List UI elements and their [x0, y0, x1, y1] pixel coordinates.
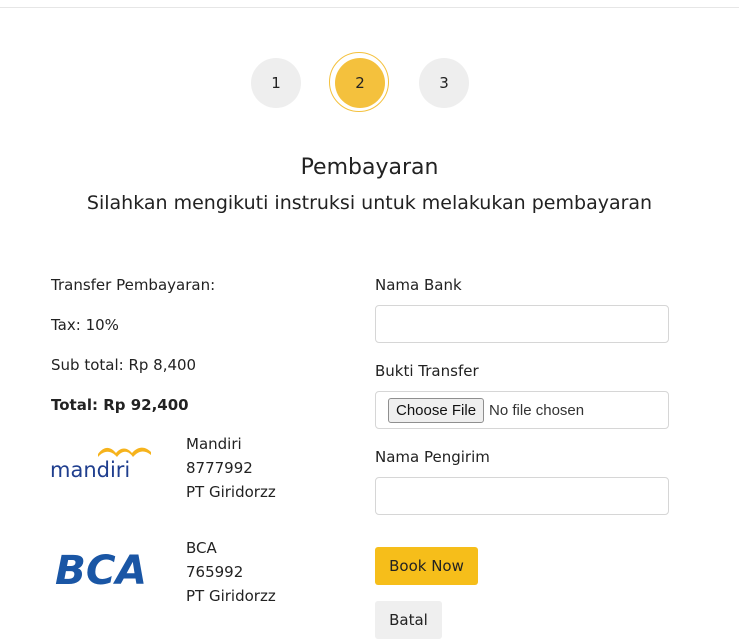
transfer-label: Transfer Pembayaran:: [51, 276, 216, 294]
bank-bca-info: BCA 765992 PT Giridorzz: [186, 536, 276, 608]
sender-name-input[interactable]: [375, 477, 669, 515]
bank-mandiri-info: Mandiri 8777992 PT Giridorzz: [186, 432, 276, 504]
no-file-text: No file chosen: [489, 401, 585, 419]
step-2-active[interactable]: 2: [329, 52, 389, 112]
svg-text:BCA: BCA: [55, 548, 147, 588]
step-1[interactable]: 1: [251, 58, 301, 108]
sender-label: Nama Pengirim: [375, 448, 490, 466]
svg-text:mandiri: mandiri: [50, 458, 130, 480]
choose-file-button[interactable]: Choose File: [388, 397, 485, 423]
proof-file-input[interactable]: Choose File No file chosen: [375, 391, 669, 429]
step-1-label: 1: [271, 74, 281, 92]
step-3[interactable]: 3: [419, 58, 469, 108]
bank-name: BCA: [186, 539, 217, 557]
bank-name-label: Nama Bank: [375, 276, 462, 294]
bank-name-input[interactable]: [375, 305, 669, 343]
cancel-button[interactable]: Batal: [375, 601, 442, 639]
bca-logo: BCA: [55, 548, 147, 588]
total-text: Total: Rp 92,400: [51, 396, 189, 414]
book-now-button[interactable]: Book Now: [375, 547, 478, 585]
top-divider: [0, 7, 739, 8]
bank-name: Mandiri: [186, 435, 242, 453]
page-title: Pembayaran: [300, 155, 439, 180]
step-2-label: 2: [355, 74, 365, 92]
subtotal-text: Sub total: Rp 8,400: [51, 356, 197, 374]
bank-account: 8777992: [186, 459, 253, 477]
tax-text: Tax: 10%: [51, 316, 119, 334]
proof-label: Bukti Transfer: [375, 362, 479, 380]
mandiri-logo: mandiri: [50, 447, 151, 480]
page-subtitle: Silahkan mengikuti instruksi untuk melak…: [86, 192, 653, 214]
step-3-label: 3: [439, 74, 449, 92]
bank-account: 765992: [186, 563, 244, 581]
bank-holder: PT Giridorzz: [186, 483, 276, 501]
bank-holder: PT Giridorzz: [186, 587, 276, 605]
